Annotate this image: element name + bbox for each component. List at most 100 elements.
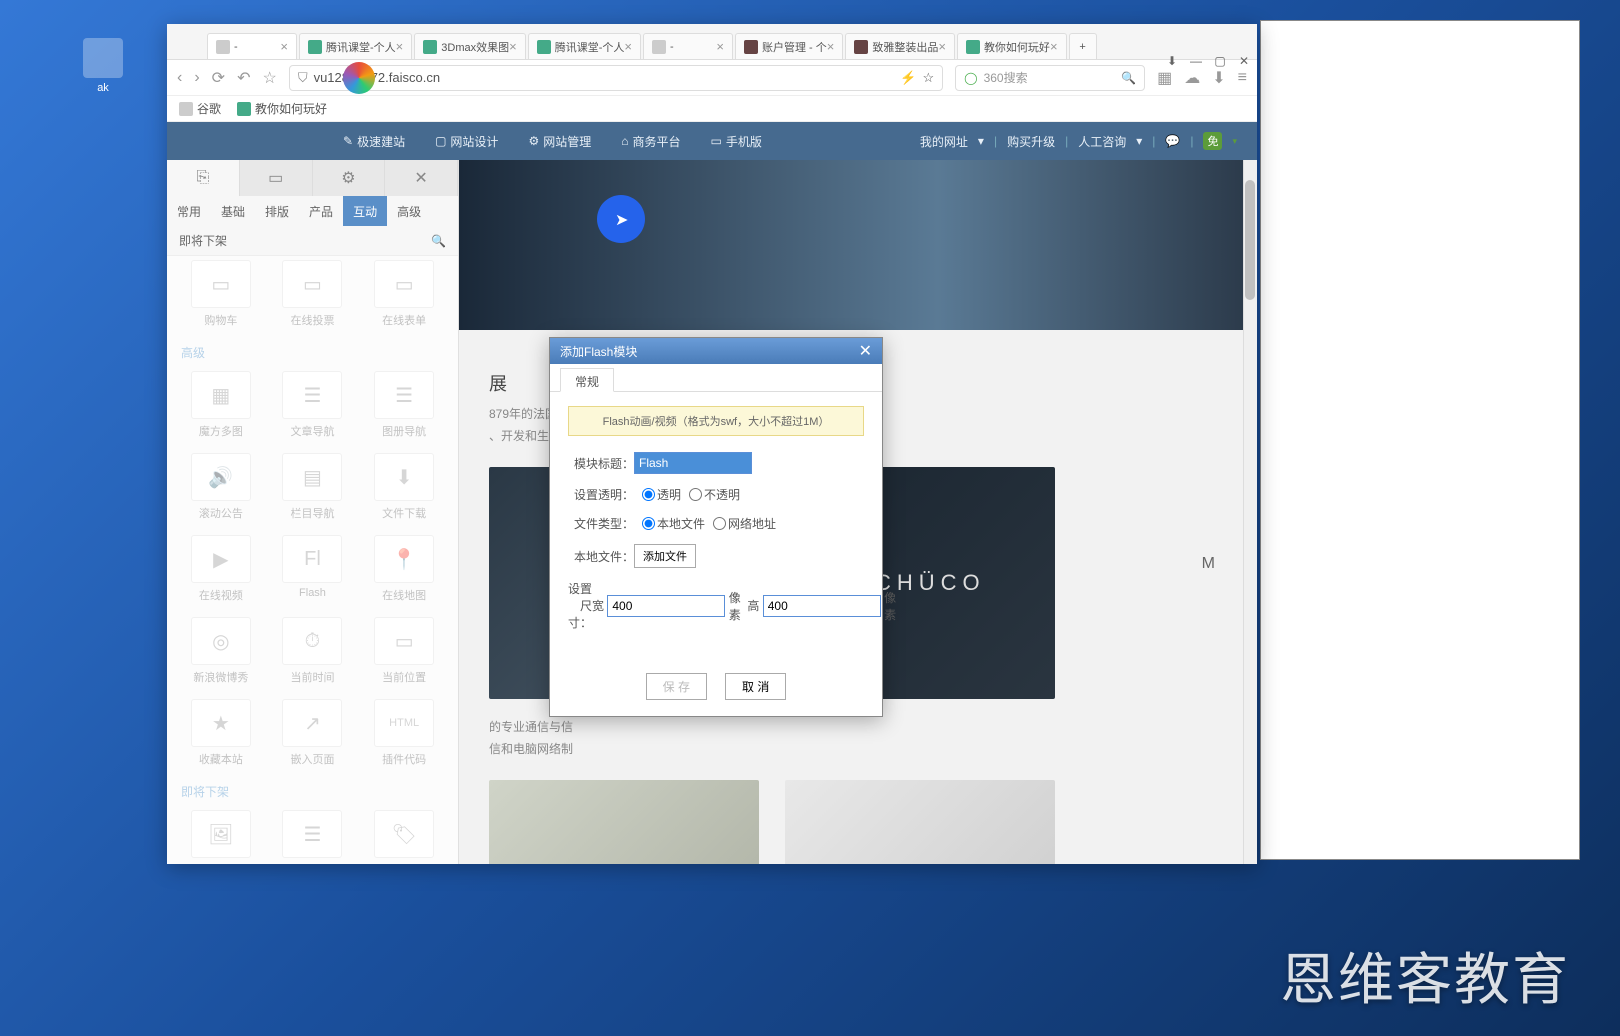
star-icon[interactable]: ☆ — [262, 68, 276, 88]
search-icon[interactable]: 🔍 — [431, 234, 446, 248]
tab-close-icon[interactable]: × — [509, 39, 517, 54]
section-letter: M — [1202, 555, 1215, 573]
cat-layout[interactable]: 排版 — [255, 196, 299, 226]
topnav-commerce[interactable]: ⌂商务平台 — [607, 122, 694, 160]
sidebar-search-text: 即将下架 — [179, 232, 227, 249]
label-height: 高 — [747, 597, 759, 614]
tab-close-icon[interactable]: × — [1050, 39, 1058, 54]
sidebar-disabled-overlay — [167, 256, 458, 864]
sidetab-settings[interactable]: ⚙ — [313, 160, 386, 196]
cat-product[interactable]: 产品 — [299, 196, 343, 226]
topnav-label: 商务平台 — [632, 133, 680, 150]
cancel-button[interactable]: 取 消 — [725, 673, 786, 700]
project-card[interactable] — [785, 780, 1055, 864]
topnav-mobile[interactable]: ▭手机版 — [696, 122, 775, 160]
minimize-icon[interactable]: — — [1187, 52, 1205, 70]
tab-7[interactable]: 教你如何玩好× — [957, 33, 1067, 59]
label-title: 模块标题： — [568, 455, 634, 472]
desktop-icon[interactable]: ak — [78, 38, 128, 94]
sidebar: ⎘ ▭ ⚙ ✕ 常用 基础 排版 产品 互动 高级 即将下架 🔍 ▭购物车 — [167, 160, 459, 864]
topnav-label: 网站设计 — [450, 133, 498, 150]
bookmark-label: 谷歌 — [197, 100, 221, 117]
scrollbar-thumb[interactable] — [1245, 180, 1255, 300]
apps-icon[interactable]: ▦ — [1157, 68, 1172, 88]
tab-close-icon[interactable]: × — [624, 39, 632, 54]
tab-close-icon[interactable]: × — [716, 39, 724, 54]
cat-interactive[interactable]: 互动 — [343, 196, 387, 226]
sidetab-add[interactable]: ⎘ — [167, 160, 240, 196]
add-page-icon: ⎘ — [196, 169, 209, 187]
chat-icon[interactable]: 💬 — [1165, 134, 1180, 148]
favorite-icon[interactable]: ☆ — [922, 70, 934, 86]
flash-icon[interactable]: ⚡ — [900, 70, 916, 86]
dialog-body: Flash动画/视频（格式为swf，大小不超过1M） 模块标题： 设置透明： 透… — [550, 392, 882, 657]
undo-icon[interactable]: ↶ — [237, 68, 250, 88]
bookmark-item[interactable]: 教你如何玩好 — [237, 100, 327, 117]
tab-5[interactable]: 账户管理 - 个× — [735, 33, 843, 59]
sidetab-close[interactable]: ✕ — [385, 160, 458, 196]
tab-3[interactable]: 腾讯课堂-个人× — [528, 33, 641, 59]
topnav-label: 网站管理 — [543, 133, 591, 150]
tab-strip: -× 腾讯课堂-个人× 3Dmax效果图× 腾讯课堂-个人× -× 账户管理 -… — [167, 30, 1257, 60]
bookmark-icon — [179, 102, 193, 116]
radio-localfile[interactable] — [642, 517, 655, 530]
tab-close-icon[interactable]: × — [280, 39, 288, 54]
project-card[interactable] — [489, 780, 759, 864]
input-width[interactable] — [607, 595, 725, 617]
cat-advanced[interactable]: 高级 — [387, 196, 431, 226]
tab-close-icon[interactable]: × — [938, 39, 946, 54]
radio-url[interactable] — [713, 517, 726, 530]
topnav-upgrade[interactable]: 购买升级 — [1007, 133, 1055, 150]
input-title[interactable] — [634, 452, 752, 474]
radio-opaque[interactable] — [689, 488, 702, 501]
free-badge[interactable]: 免 — [1203, 132, 1222, 150]
add-file-button[interactable]: 添加文件 — [634, 544, 696, 568]
bookmark-bar: 谷歌 教你如何玩好 — [167, 96, 1257, 122]
radio-transparent[interactable] — [642, 488, 655, 501]
download-icon[interactable]: ⬇ — [1212, 68, 1225, 88]
url-input[interactable]: ⛉ vu12884972.faisco.cn ⚡ ☆ — [289, 65, 943, 91]
cat-basic[interactable]: 基础 — [211, 196, 255, 226]
cloud-icon[interactable]: ☁ — [1184, 68, 1200, 88]
menu-icon[interactable]: ≡ — [1238, 69, 1247, 87]
tab-close-icon[interactable]: × — [827, 39, 835, 54]
input-height[interactable] — [763, 595, 881, 617]
dialog-tab-general[interactable]: 常规 — [560, 368, 614, 392]
cat-common[interactable]: 常用 — [167, 196, 211, 226]
row-module-title: 模块标题： — [568, 452, 864, 474]
dialog-close-icon[interactable]: ✕ — [859, 341, 872, 361]
reload-icon[interactable]: ⟳ — [212, 68, 225, 88]
radio-label: 网络地址 — [728, 515, 776, 532]
sidebar-scroll[interactable]: ▭购物车 ▭在线投票 ▭在线表单 高级 ▦魔方多图 ☰文章导航 ☰图册导航 🔊滚… — [167, 256, 458, 864]
tab-1[interactable]: 腾讯课堂-个人× — [299, 33, 412, 59]
new-tab-button[interactable]: + — [1069, 33, 1097, 59]
category-tabs: 常用 基础 排版 产品 互动 高级 — [167, 196, 458, 226]
search-input[interactable]: ◯ 360搜索 🔍 — [955, 65, 1145, 91]
bookmark-item[interactable]: 谷歌 — [179, 100, 221, 117]
tab-4[interactable]: -× — [643, 33, 733, 59]
forward-icon[interactable]: › — [194, 69, 199, 87]
window-controls: ⬇ — ▢ ✕ — [1163, 52, 1253, 70]
sidetab-copy[interactable]: ▭ — [240, 160, 313, 196]
download-icon[interactable]: ⬇ — [1163, 52, 1181, 70]
projects-desc2: 的专业通信与信 信和电脑网络制 — [489, 717, 1227, 760]
back-icon[interactable]: ‹ — [177, 69, 182, 87]
chevron-down-icon: ▾ — [978, 134, 984, 148]
topnav-mysite[interactable]: 我的网址 — [920, 133, 968, 150]
main-scrollbar[interactable] — [1243, 160, 1257, 864]
search-icon[interactable]: 🔍 — [1121, 71, 1136, 85]
maximize-icon[interactable]: ▢ — [1211, 52, 1229, 70]
label-size: 设置尺寸： — [568, 580, 592, 631]
save-button[interactable]: 保 存 — [646, 673, 707, 700]
tab-6[interactable]: 致雅整装出品× — [845, 33, 955, 59]
dialog-header[interactable]: 添加Flash模块 ✕ — [550, 338, 882, 364]
topnav-quickbuild[interactable]: ✎极速建站 — [329, 122, 419, 160]
topnav-design[interactable]: ▢网站设计 — [421, 122, 512, 160]
tab-2[interactable]: 3Dmax效果图× — [414, 33, 525, 59]
topnav-manage[interactable]: ⚙网站管理 — [514, 122, 605, 160]
close-icon[interactable]: ✕ — [1235, 52, 1253, 70]
tab-close-icon[interactable]: × — [396, 39, 404, 54]
tab-0[interactable]: -× — [207, 33, 297, 59]
search-engine-icon: ◯ — [964, 71, 977, 85]
topnav-support[interactable]: 人工咨询 — [1078, 133, 1126, 150]
